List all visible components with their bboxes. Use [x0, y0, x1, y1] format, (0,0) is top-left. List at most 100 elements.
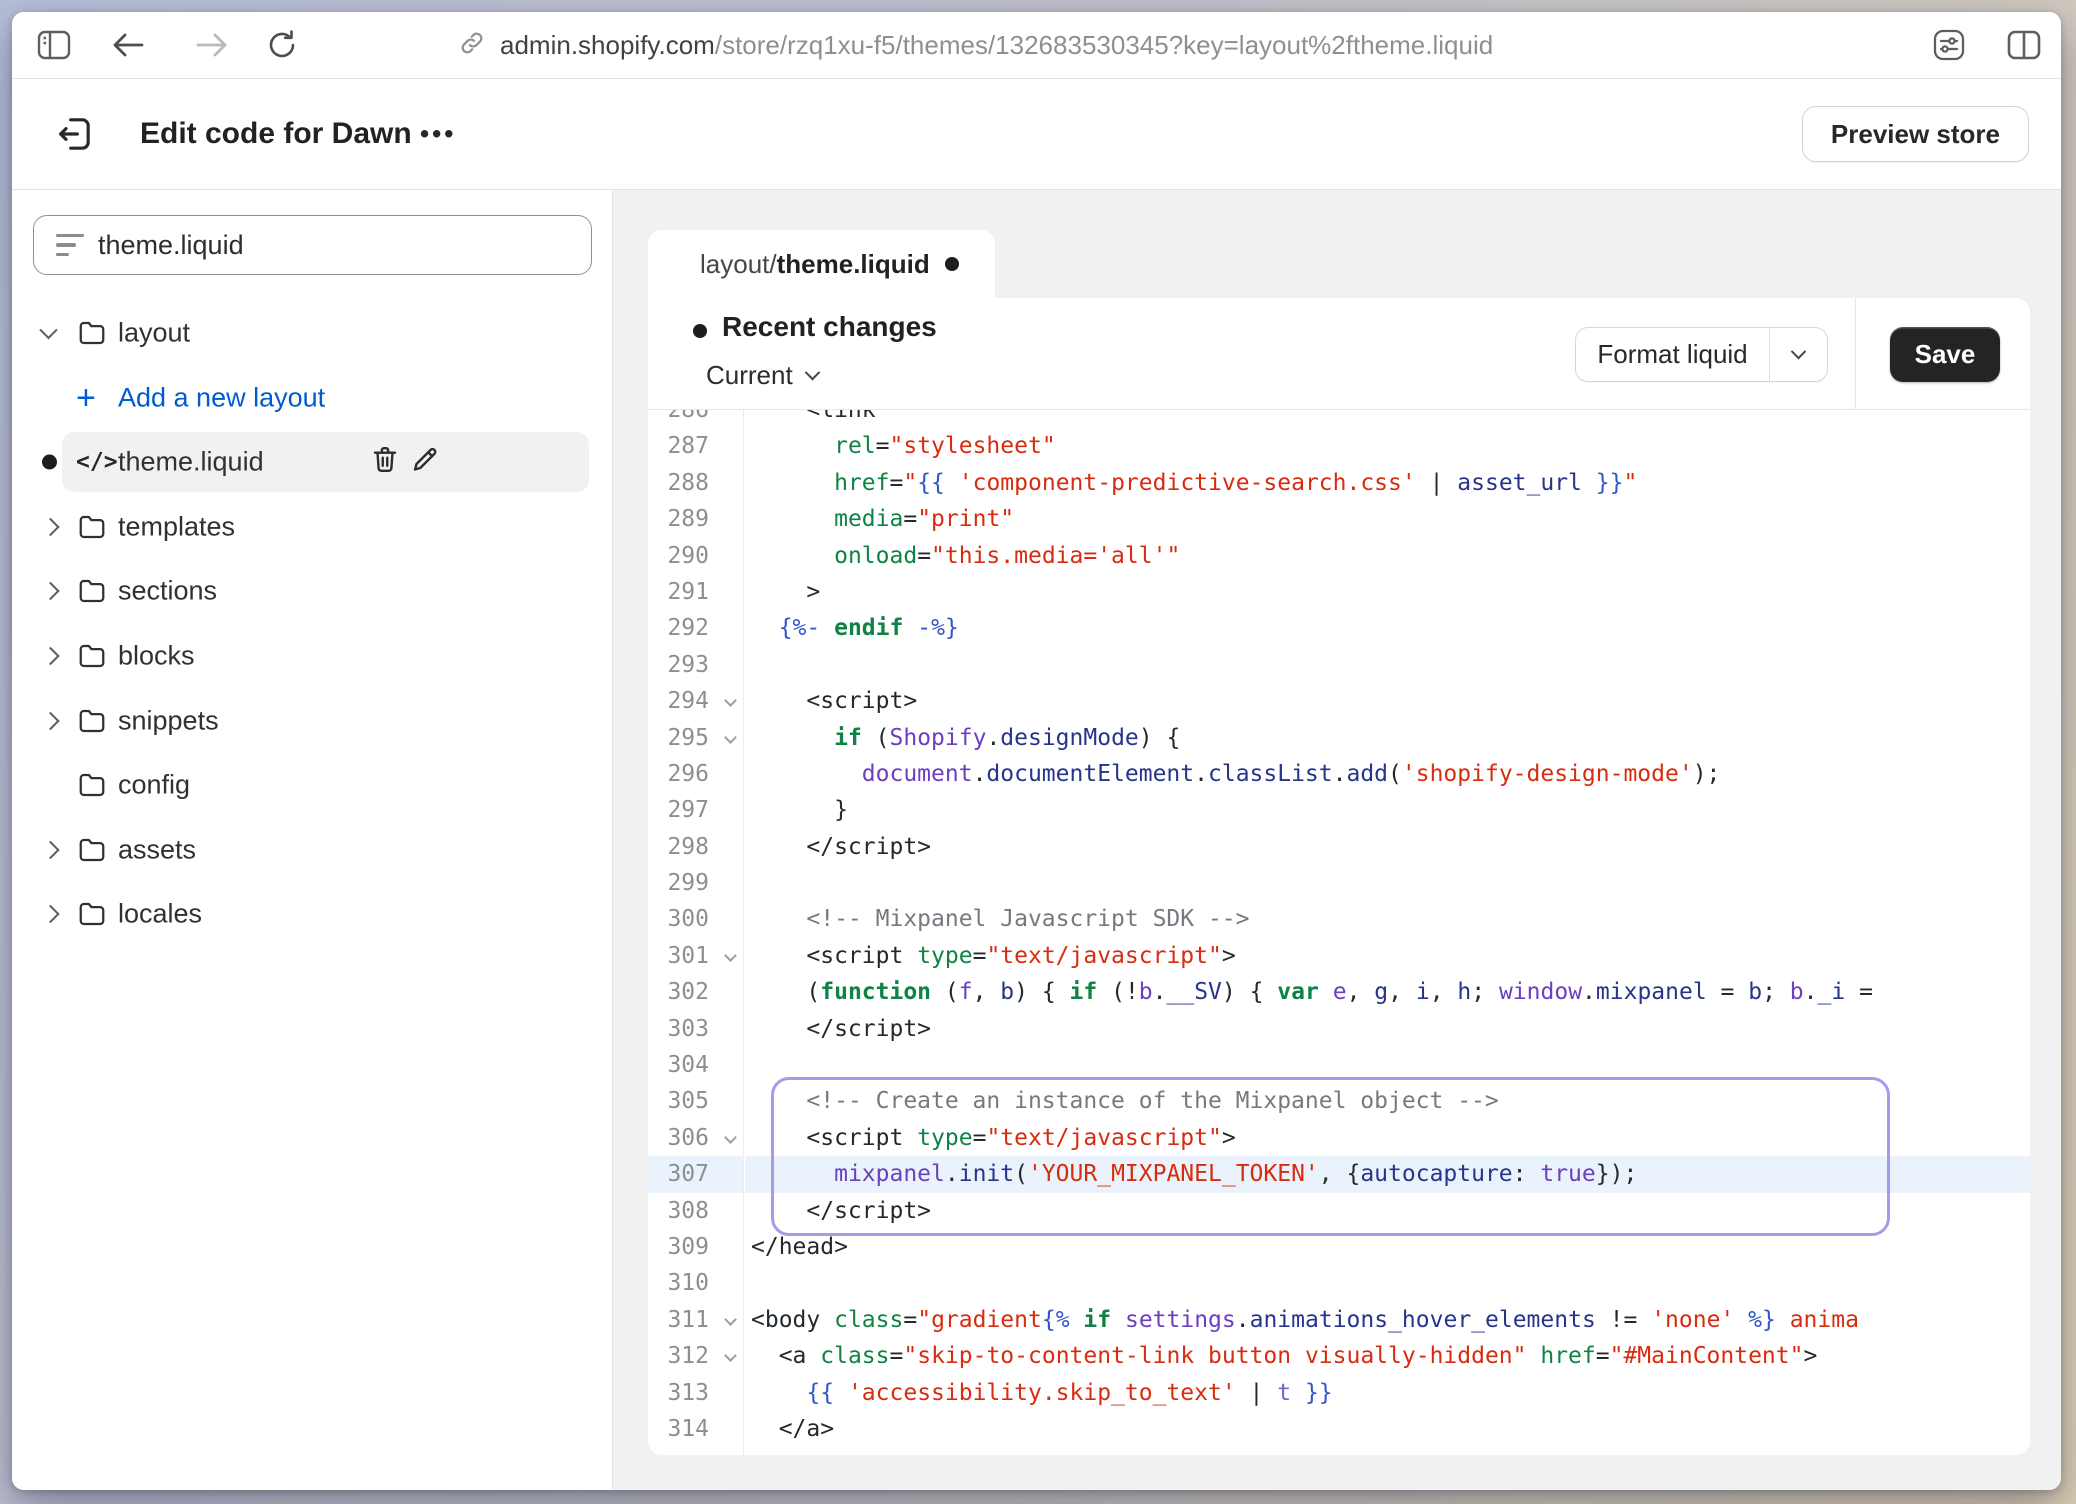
line-number: 308	[648, 1193, 743, 1229]
code-line-308[interactable]: </script>	[745, 1193, 2030, 1229]
line-number: 295	[648, 720, 743, 756]
line-number: 286	[648, 410, 743, 428]
format-liquid-button[interactable]: Format liquid	[1575, 327, 1828, 382]
folder-icon	[76, 318, 108, 348]
sidebar-folder-templates[interactable]: templates	[12, 497, 612, 557]
code-line-300[interactable]: <!-- Mixpanel Javascript SDK -->	[745, 901, 2030, 937]
sidebar-folder-config[interactable]: config	[12, 755, 612, 815]
exit-editor-icon[interactable]	[52, 112, 96, 156]
preview-store-button[interactable]: Preview store	[1802, 106, 2029, 162]
format-liquid-label: Format liquid	[1576, 328, 1770, 381]
split-view-icon[interactable]	[2006, 27, 2042, 63]
code-editor[interactable]: 2862872882892902912922932942952962972982…	[648, 410, 2030, 1455]
sidebar-folder-blocks[interactable]: blocks	[12, 626, 612, 686]
file-sidebar: layout +Add a new layout</>theme.liquidte…	[12, 190, 613, 1490]
code-fold-toggle-icon[interactable]	[724, 1349, 737, 1362]
code-line-287[interactable]: rel="stylesheet"	[745, 428, 2030, 464]
chevron-right-icon[interactable]	[41, 582, 59, 600]
page-settings-icon[interactable]	[1931, 27, 1967, 63]
code-line-303[interactable]: </script>	[745, 1011, 2030, 1047]
code-line-291[interactable]: >	[745, 574, 2030, 610]
code-line-286[interactable]: <link	[745, 410, 2030, 428]
save-button[interactable]: Save	[1890, 327, 2000, 382]
tab-theme-liquid[interactable]: layout/theme.liquid	[648, 230, 995, 298]
folder-icon	[76, 512, 108, 542]
code-line-294[interactable]: <script>	[745, 683, 2030, 719]
line-number: 293	[648, 647, 743, 683]
line-number: 314	[648, 1411, 743, 1447]
trash-icon[interactable]	[370, 444, 400, 481]
code-fold-toggle-icon[interactable]	[724, 1131, 737, 1144]
page-title: Edit code for Dawn	[140, 117, 412, 151]
version-selector[interactable]: Current	[706, 360, 818, 391]
code-line-310[interactable]	[745, 1265, 2030, 1301]
line-number: 302	[648, 974, 743, 1010]
code-line-297[interactable]: }	[745, 792, 2030, 828]
code-pane[interactable]: <link rel="stylesheet" href="{{ 'compone…	[745, 410, 2030, 1455]
more-actions-icon[interactable]: •••	[420, 119, 456, 150]
sidebar-action-add-a-new-layout[interactable]: +Add a new layout	[12, 368, 612, 428]
chevron-right-icon[interactable]	[41, 905, 59, 923]
code-line-306[interactable]: <script type="text/javascript">	[745, 1120, 2030, 1156]
sidebar-folder-assets[interactable]: assets	[12, 820, 612, 880]
code-line-309[interactable]: </head>	[745, 1229, 2030, 1265]
code-line-290[interactable]: onload="this.media='all'"	[745, 538, 2030, 574]
code-line-305[interactable]: <!-- Create an instance of the Mixpanel …	[745, 1083, 2030, 1119]
format-options-chevron[interactable]	[1770, 328, 1827, 381]
chevron-right-icon[interactable]	[41, 647, 59, 665]
url-text: admin.shopify.com/store/rzq1xu-f5/themes…	[500, 30, 1493, 61]
code-line-299[interactable]	[745, 865, 2030, 901]
line-number: 312	[648, 1338, 743, 1374]
code-fold-toggle-icon[interactable]	[724, 949, 737, 962]
changes-dot-icon	[693, 324, 707, 338]
line-number: 305	[648, 1083, 743, 1119]
code-fold-toggle-icon[interactable]	[724, 731, 737, 744]
sidebar-folder-locales[interactable]: locales	[12, 884, 612, 944]
line-number: 292	[648, 610, 743, 646]
code-line-288[interactable]: href="{{ 'component-predictive-search.cs…	[745, 465, 2030, 501]
chevron-down-icon[interactable]	[39, 321, 57, 339]
line-number-gutter: 2862872882892902912922932942952962972982…	[648, 410, 744, 1455]
chevron-right-icon[interactable]	[41, 841, 59, 859]
chevron-down-icon	[1791, 344, 1807, 360]
folder-icon	[76, 770, 108, 800]
code-line-304[interactable]	[745, 1047, 2030, 1083]
code-line-295[interactable]: if (Shopify.designMode) {	[745, 720, 2030, 756]
code-line-307[interactable]: mixpanel.init('YOUR_MIXPANEL_TOKEN', {au…	[745, 1156, 2030, 1192]
code-line-313[interactable]: {{ 'accessibility.skip_to_text' | t }}	[745, 1375, 2030, 1411]
line-number: 296	[648, 756, 743, 792]
chevron-right-icon[interactable]	[41, 711, 59, 729]
code-line-302[interactable]: (function (f, b) { if (!b.__SV) { var e,…	[745, 974, 2030, 1010]
line-number: 288	[648, 465, 743, 501]
code-line-298[interactable]: </script>	[745, 829, 2030, 865]
code-line-293[interactable]	[745, 647, 2030, 683]
code-line-314[interactable]: </a>	[745, 1411, 2030, 1447]
back-icon[interactable]	[110, 27, 146, 63]
line-number: 290	[648, 538, 743, 574]
sidebar-toggle-icon[interactable]	[36, 27, 72, 63]
sidebar-folder-sections[interactable]: sections	[12, 561, 612, 621]
code-line-296[interactable]: document.documentElement.classList.add('…	[745, 756, 2030, 792]
toolbar-divider	[1855, 298, 1856, 409]
forward-icon[interactable]	[194, 27, 230, 63]
code-fold-toggle-icon[interactable]	[724, 1313, 737, 1326]
code-line-311[interactable]: <body class="gradient{% if settings.anim…	[745, 1302, 2030, 1338]
tree-item-label: layout	[118, 318, 190, 349]
code-line-292[interactable]: {%- endif -%}	[745, 610, 2030, 646]
reload-icon[interactable]	[264, 27, 300, 63]
code-line-289[interactable]: media="print"	[745, 501, 2030, 537]
tree-item-label: config	[118, 770, 190, 801]
chevron-right-icon[interactable]	[41, 518, 59, 536]
code-line-301[interactable]: <script type="text/javascript">	[745, 938, 2030, 974]
sidebar-folder-layout[interactable]: layout	[12, 303, 612, 363]
pencil-icon[interactable]	[410, 444, 440, 481]
url-host: admin.shopify.com	[500, 30, 715, 60]
address-bar[interactable]: admin.shopify.com/store/rzq1xu-f5/themes…	[458, 12, 1493, 78]
line-number: 306	[648, 1120, 743, 1156]
sidebar-file-theme.liquid[interactable]: </>theme.liquid	[12, 432, 612, 492]
code-fold-toggle-icon[interactable]	[724, 694, 737, 707]
version-selector-label: Current	[706, 360, 793, 391]
sidebar-folder-snippets[interactable]: snippets	[12, 691, 612, 751]
code-line-312[interactable]: <a class="skip-to-content-link button vi…	[745, 1338, 2030, 1374]
line-number: 311	[648, 1302, 743, 1338]
